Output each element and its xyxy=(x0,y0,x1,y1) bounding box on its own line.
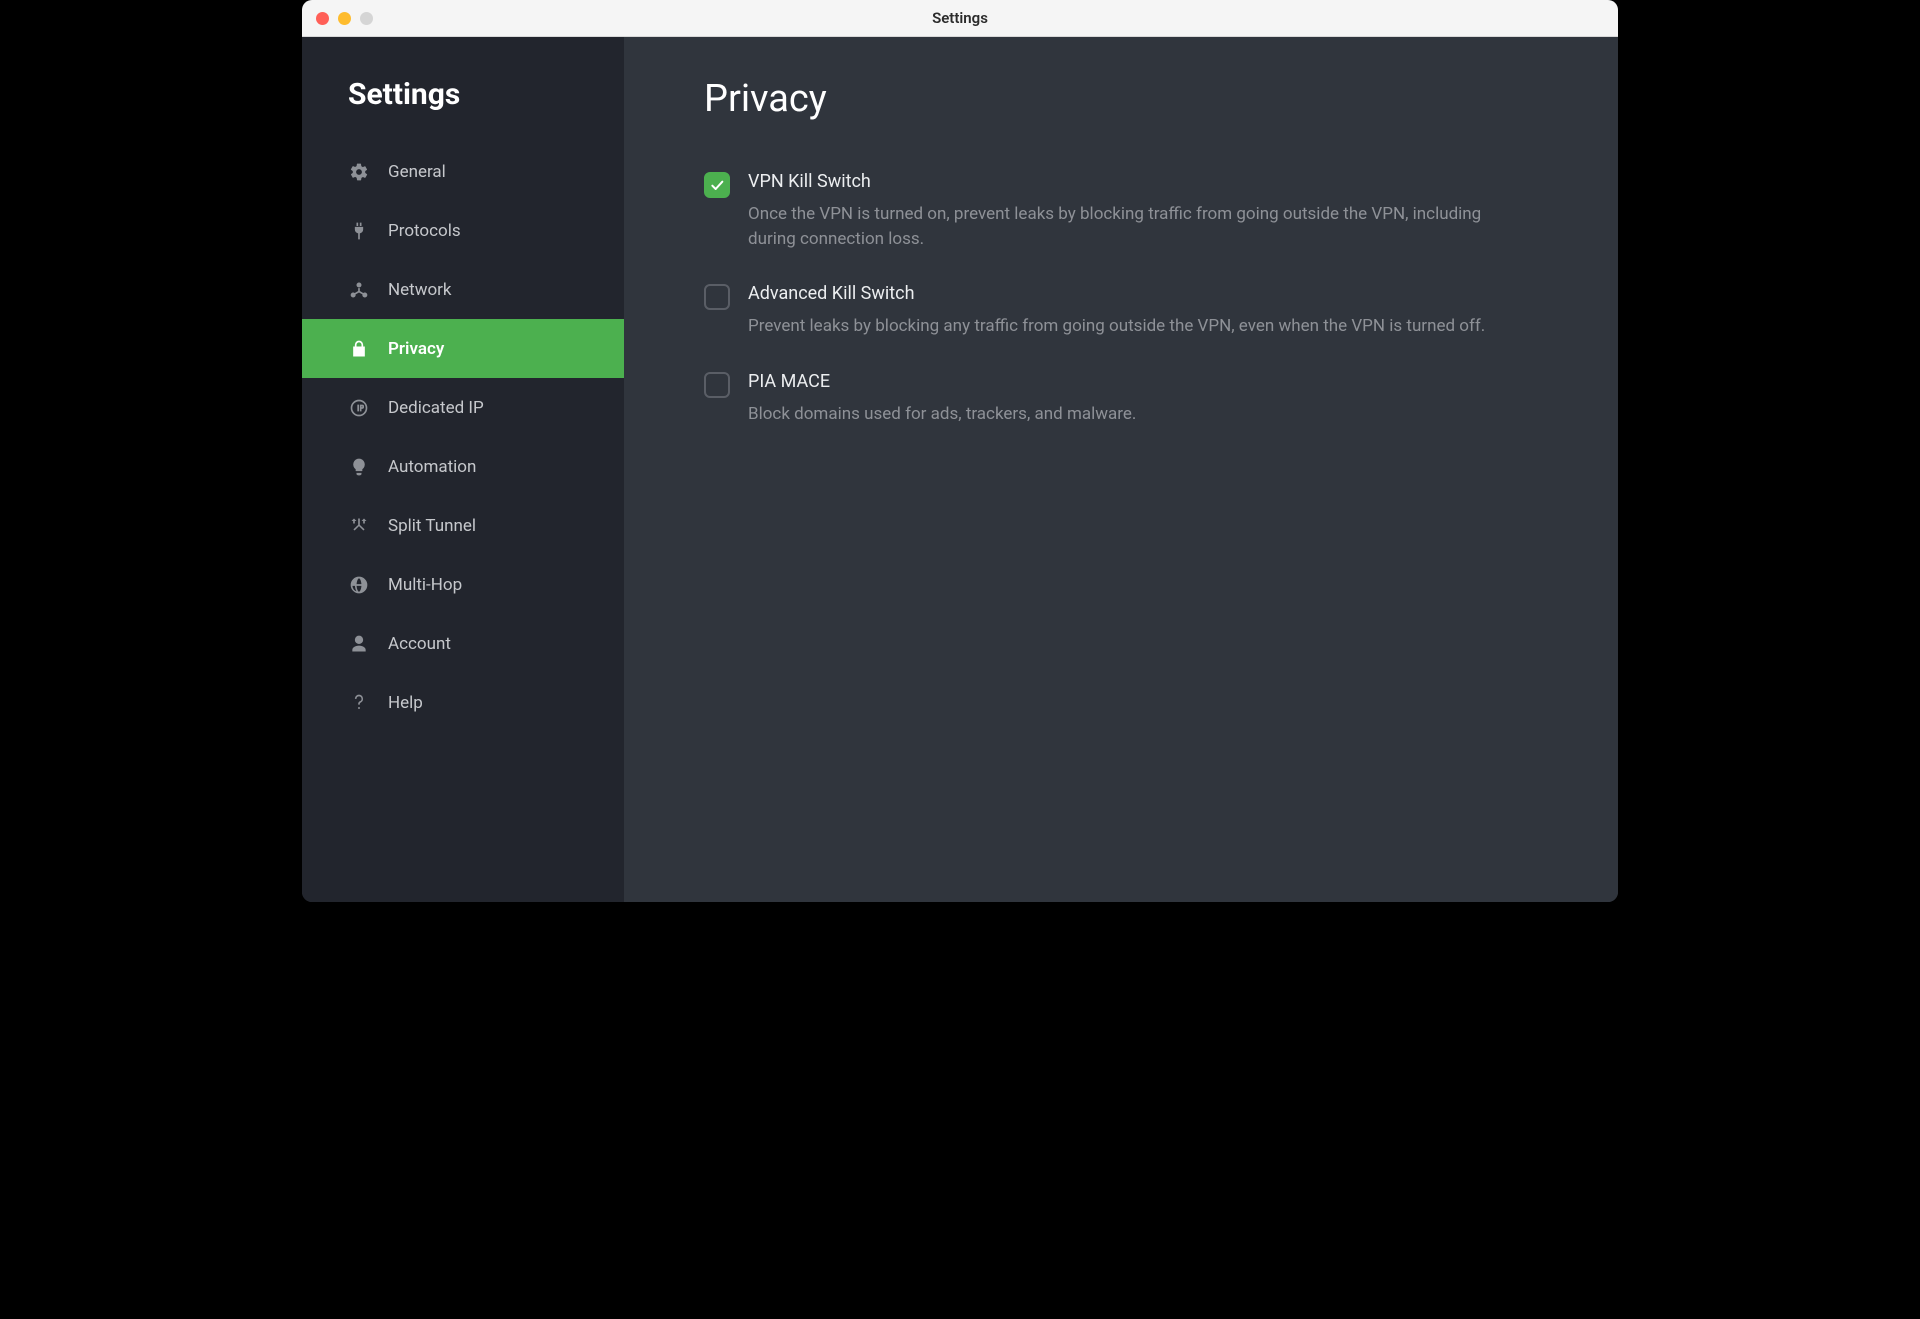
sidebar-item-multi-hop[interactable]: Multi-Hop xyxy=(302,555,624,614)
sidebar-item-label: Help xyxy=(388,693,423,713)
window-controls xyxy=(302,12,373,25)
option-texts: VPN Kill Switch Once the VPN is turned o… xyxy=(748,171,1528,251)
sidebar-item-network[interactable]: Network xyxy=(302,260,624,319)
option-description: Block domains used for ads, trackers, an… xyxy=(748,402,1136,427)
sidebar-item-label: Split Tunnel xyxy=(388,516,476,536)
sidebar-item-label: General xyxy=(388,162,446,182)
sidebar-item-dedicated-ip[interactable]: Dedicated IP xyxy=(302,378,624,437)
sidebar-item-general[interactable]: General xyxy=(302,142,624,201)
minimize-window-button[interactable] xyxy=(338,12,351,25)
option-title: PIA MACE xyxy=(748,371,1136,392)
sidebar-item-privacy[interactable]: Privacy xyxy=(302,319,624,378)
sidebar-item-label: Network xyxy=(388,280,452,300)
checkbox-vpn-kill-switch[interactable] xyxy=(704,172,730,198)
window-title: Settings xyxy=(302,9,1618,27)
zoom-window-button[interactable] xyxy=(360,12,373,25)
sidebar: Settings General Protocols xyxy=(302,37,624,902)
globe-icon xyxy=(348,574,370,596)
sidebar-item-label: Multi-Hop xyxy=(388,575,462,595)
checkbox-pia-mace[interactable] xyxy=(704,372,730,398)
option-texts: Advanced Kill Switch Prevent leaks by bl… xyxy=(748,283,1485,339)
sidebar-item-automation[interactable]: Automation xyxy=(302,437,624,496)
sidebar-item-label: Account xyxy=(388,634,451,654)
user-icon xyxy=(348,633,370,655)
option-advanced-kill-switch: Advanced Kill Switch Prevent leaks by bl… xyxy=(704,283,1538,339)
ip-icon xyxy=(348,397,370,419)
sidebar-item-account[interactable]: Account xyxy=(302,614,624,673)
close-window-button[interactable] xyxy=(316,12,329,25)
checkbox-advanced-kill-switch[interactable] xyxy=(704,284,730,310)
option-title: Advanced Kill Switch xyxy=(748,283,1485,304)
network-icon xyxy=(348,279,370,301)
page-title: Privacy xyxy=(704,77,1538,121)
option-title: VPN Kill Switch xyxy=(748,171,1528,192)
option-description: Prevent leaks by blocking any traffic fr… xyxy=(748,314,1485,339)
titlebar: Settings xyxy=(302,0,1618,37)
plug-icon xyxy=(348,220,370,242)
settings-window: Settings Settings General Protocols xyxy=(302,0,1618,902)
sidebar-item-label: Automation xyxy=(388,457,476,477)
question-icon xyxy=(348,692,370,714)
sidebar-item-label: Protocols xyxy=(388,221,461,241)
content-panel: Privacy VPN Kill Switch Once the VPN is … xyxy=(624,37,1618,902)
window-body: Settings General Protocols xyxy=(302,37,1618,902)
gear-icon xyxy=(348,161,370,183)
sidebar-item-split-tunnel[interactable]: Split Tunnel xyxy=(302,496,624,555)
sidebar-item-protocols[interactable]: Protocols xyxy=(302,201,624,260)
sidebar-nav: General Protocols Network xyxy=(302,142,624,732)
lock-icon xyxy=(348,338,370,360)
option-description: Once the VPN is turned on, prevent leaks… xyxy=(748,202,1528,251)
lightbulb-icon xyxy=(348,456,370,478)
option-vpn-kill-switch: VPN Kill Switch Once the VPN is turned o… xyxy=(704,171,1538,251)
option-pia-mace: PIA MACE Block domains used for ads, tra… xyxy=(704,371,1538,427)
sidebar-item-label: Privacy xyxy=(388,339,444,359)
sidebar-item-label: Dedicated IP xyxy=(388,398,484,418)
split-icon xyxy=(348,515,370,537)
sidebar-item-help[interactable]: Help xyxy=(302,673,624,732)
sidebar-heading: Settings xyxy=(302,37,624,142)
option-texts: PIA MACE Block domains used for ads, tra… xyxy=(748,371,1136,427)
